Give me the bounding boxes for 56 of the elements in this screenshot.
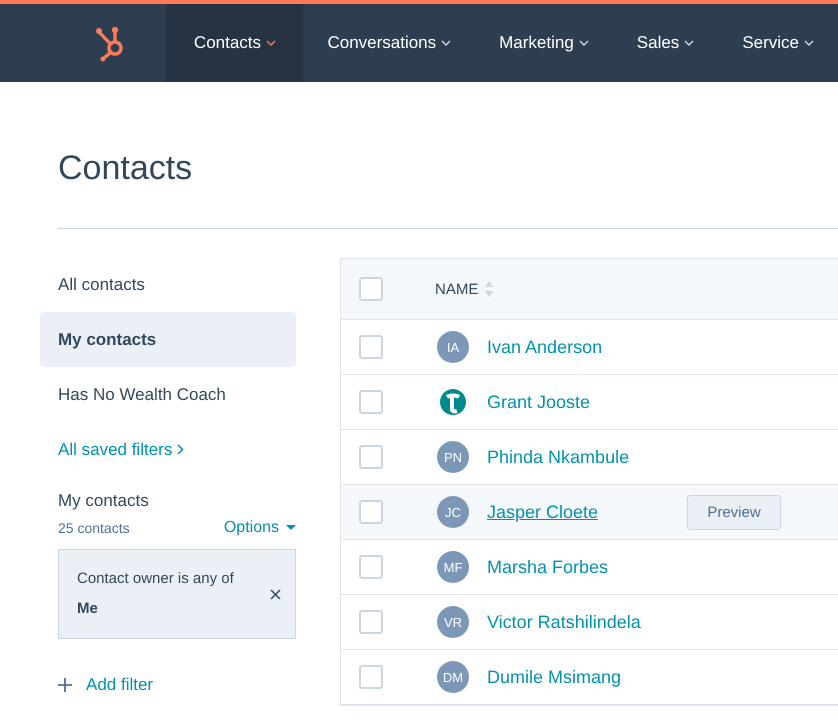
avatar: IA (437, 331, 469, 363)
table-row[interactable]: JC Jasper Cloete Preview (341, 485, 838, 540)
avatar: JC (437, 496, 469, 528)
record-count: 25 contacts (58, 520, 130, 536)
contact-name-link[interactable]: Victor Ratshilindela (487, 612, 687, 632)
preview-button[interactable]: Preview (687, 494, 781, 530)
chevron-down-icon (578, 40, 589, 46)
nav-menu-item[interactable]: Service (718, 4, 838, 82)
options-dropdown[interactable]: Options (224, 519, 296, 537)
row-checkbox[interactable] (359, 390, 383, 414)
table-row[interactable]: IA Ivan Anderson (341, 320, 838, 375)
all-saved-filters-link[interactable]: All saved filters (40, 422, 184, 477)
chevron-down-icon (804, 40, 814, 46)
add-filter-button[interactable]: Add filter (58, 675, 154, 695)
saved-view-item[interactable]: All contacts (40, 257, 296, 312)
saved-view-item[interactable]: My contacts (40, 312, 296, 367)
avatar: VR (437, 606, 469, 638)
contact-name-link[interactable]: Ivan Anderson (487, 336, 687, 358)
company-logo-icon (437, 386, 469, 418)
sort-icon[interactable] (484, 279, 494, 299)
caret-down-icon (286, 525, 296, 531)
row-checkbox[interactable] (359, 500, 383, 524)
row-checkbox[interactable] (359, 665, 383, 689)
plus-icon (58, 678, 72, 692)
saved-view-item[interactable]: Has No Wealth Coach (40, 367, 296, 422)
row-checkbox[interactable] (359, 610, 383, 634)
select-all-checkbox[interactable] (359, 277, 383, 301)
contact-name-link[interactable]: Jasper Cloete (487, 502, 687, 522)
page-title: Contacts (58, 148, 194, 189)
nav-menu-item[interactable]: Conversations (303, 4, 476, 82)
chevron-down-icon (266, 40, 276, 46)
avatar: PN (437, 441, 469, 473)
filter-chip[interactable]: Contact owner is any of Me (58, 549, 296, 639)
table-row[interactable]: Grant Jooste (341, 375, 838, 430)
chevron-down-icon (684, 40, 694, 46)
contact-name-link[interactable]: Dumile Msimang (487, 666, 687, 688)
column-header[interactable]: NAME (435, 280, 478, 298)
table-row[interactable]: MF Marsha Forbes (341, 540, 838, 595)
contact-name-link[interactable]: Phinda Nkambule (487, 446, 687, 468)
close-icon[interactable] (270, 588, 281, 600)
row-checkbox[interactable] (359, 335, 383, 359)
nav-menu-item[interactable]: Marketing (475, 4, 613, 82)
contact-name-link[interactable]: Grant Jooste (487, 392, 687, 412)
table-row[interactable]: DM Dumile Msimang (341, 650, 838, 705)
table-row[interactable]: VR Victor Ratshilindela (341, 595, 838, 650)
filter-text: Contact owner is any of Me (77, 569, 235, 619)
row-checkbox[interactable] (359, 445, 383, 469)
view-name: My contacts (57, 490, 150, 511)
nav-menu-item[interactable]: Sales (612, 4, 718, 82)
avatar: DM (437, 661, 469, 693)
nav-menu-item[interactable]: Contacts (166, 4, 304, 82)
row-checkbox[interactable] (359, 555, 383, 579)
chevron-down-icon (441, 40, 452, 46)
chevron-right-icon (177, 444, 184, 455)
contact-name-link[interactable]: Marsha Forbes (487, 556, 687, 578)
avatar: MF (437, 551, 469, 583)
